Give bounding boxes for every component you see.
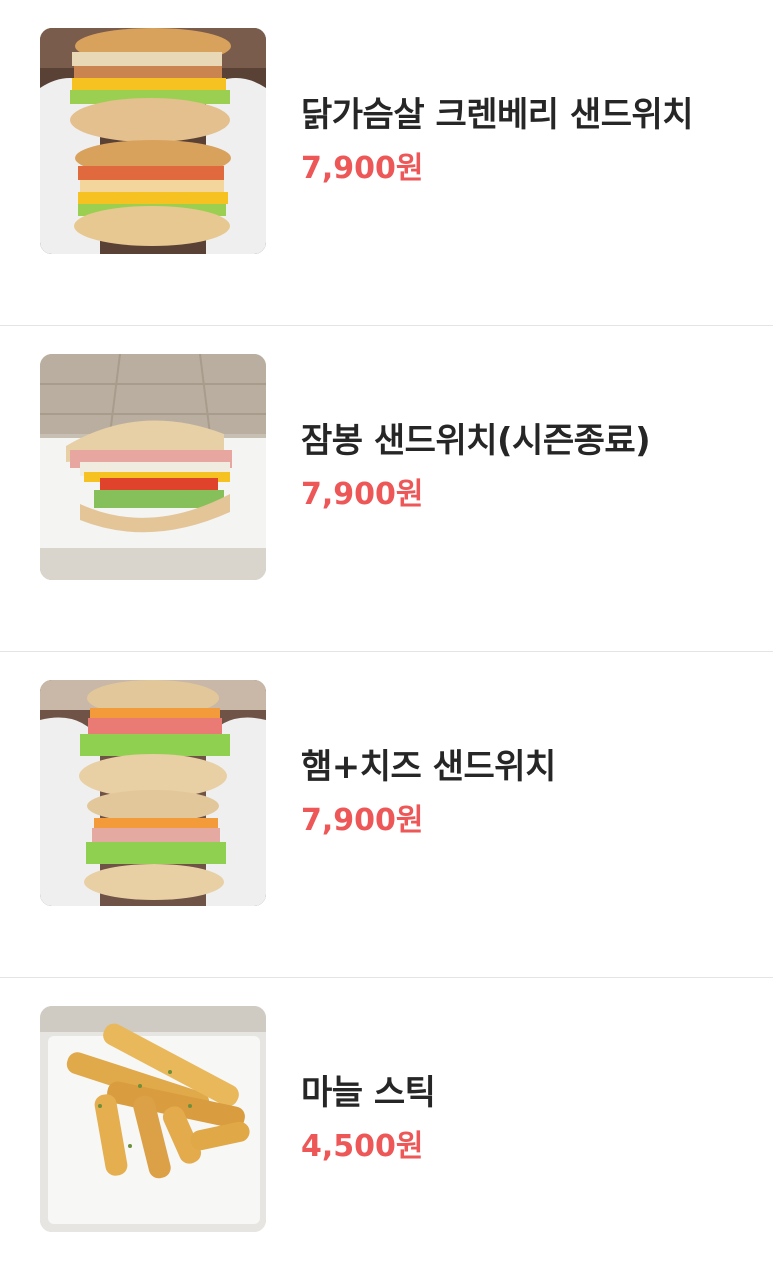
menu-item-name: 잠봉 샌드위치(시즌종료) xyxy=(301,421,651,461)
menu-list: 닭가슴살 크렌베리 샌드위치 7,900원 잠봉 샌드위치(시즌종료) 7,90… xyxy=(0,0,773,1280)
menu-item-ham-cheese-sandwich[interactable]: 햄+치즈 샌드위치 7,900원 xyxy=(0,652,773,978)
menu-item-garlic-stick[interactable]: 마늘 스틱 4,500원 xyxy=(0,978,773,1280)
menu-item-image[interactable] xyxy=(40,354,266,580)
menu-item-name: 햄+치즈 샌드위치 xyxy=(301,747,556,787)
menu-item-image[interactable] xyxy=(40,1006,266,1232)
menu-item-text: 닭가슴살 크렌베리 샌드위치 7,900원 xyxy=(301,92,694,189)
menu-item-price: 7,900원 xyxy=(301,477,424,512)
menu-item-price: 7,900원 xyxy=(301,151,424,186)
menu-item-name: 마늘 스틱 xyxy=(301,1073,436,1113)
menu-item-text: 햄+치즈 샌드위치 7,900원 xyxy=(301,744,556,841)
menu-item-image[interactable] xyxy=(40,28,266,254)
menu-item-jambon-sandwich[interactable]: 잠봉 샌드위치(시즌종료) 7,900원 xyxy=(0,326,773,652)
menu-item-text: 마늘 스틱 4,500원 xyxy=(301,1070,436,1167)
menu-item-name: 닭가슴살 크렌베리 샌드위치 xyxy=(301,95,694,135)
menu-item-chicken-cranberry-sandwich[interactable]: 닭가슴살 크렌베리 샌드위치 7,900원 xyxy=(0,0,773,326)
menu-item-image[interactable] xyxy=(40,680,266,906)
menu-item-price: 4,500원 xyxy=(301,1129,424,1164)
menu-item-text: 잠봉 샌드위치(시즌종료) 7,900원 xyxy=(301,418,651,515)
menu-item-price: 7,900원 xyxy=(301,803,424,838)
